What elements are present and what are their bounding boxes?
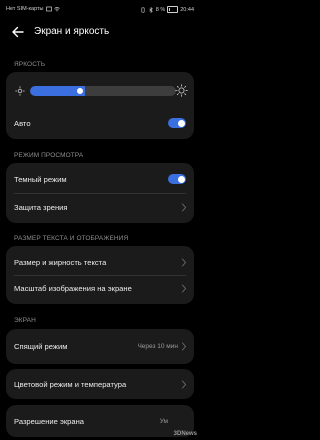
sleep-row[interactable]: Спящий режим Через 10 мин xyxy=(6,333,194,360)
section-view-mode-label: РЕЖИМ ПРОСМОТРА xyxy=(14,152,84,159)
clock-time: 20:44 xyxy=(180,6,194,13)
dark-mode-label: Темный режим xyxy=(14,175,67,184)
battery-icon xyxy=(167,6,179,13)
color-mode-row[interactable]: Цветовой режим и температура xyxy=(6,371,194,397)
status-bar-left: Нет SIM-карты xyxy=(6,6,60,12)
color-mode-card: Цветовой режим и температура xyxy=(6,369,194,399)
vibrate-icon xyxy=(141,7,145,13)
dark-mode-toggle[interactable] xyxy=(168,174,186,184)
resolution-label: Разрешение экрана xyxy=(14,417,85,426)
dark-mode-row[interactable]: Темный режим xyxy=(6,166,194,192)
section-screen-label: ЭКРАН xyxy=(14,317,36,324)
auto-brightness-label: Авто xyxy=(14,119,31,128)
chevron-right-icon xyxy=(182,342,187,351)
sun-high-icon xyxy=(175,84,188,97)
auto-brightness-toggle[interactable] xyxy=(168,118,186,128)
sleep-label: Спящий режим xyxy=(14,342,68,351)
brightness-card: Авто xyxy=(6,72,194,139)
status-bar-right: 8 % 20:44 xyxy=(140,6,194,13)
sleep-card: Спящий режим Через 10 мин xyxy=(6,329,194,364)
display-scale-label: Масштаб изображения на экране xyxy=(14,284,132,293)
brightness-slider-thumb[interactable] xyxy=(77,88,83,94)
chevron-right-icon xyxy=(182,203,187,212)
signal-icon xyxy=(45,6,52,12)
page-title: Экран и яркость xyxy=(34,26,110,37)
battery-percent: 8 % xyxy=(155,6,166,13)
page-header: Экран и яркость xyxy=(0,22,200,44)
sleep-value: Через 10 мин xyxy=(137,343,178,350)
back-arrow-icon[interactable] xyxy=(10,24,26,40)
bluetooth-icon xyxy=(149,6,153,13)
carrier-text: Нет SIM-карты xyxy=(6,6,44,12)
wifi-icon xyxy=(53,7,60,12)
display-scale-row[interactable]: Масштаб изображения на экране xyxy=(6,276,194,302)
resolution-row[interactable]: Разрешение экрана Ум xyxy=(6,408,194,434)
sun-low-icon xyxy=(15,86,25,96)
eye-comfort-label: Защита зрения xyxy=(14,203,68,212)
watermark-logo: 3DNews xyxy=(173,431,197,437)
brightness-slider[interactable] xyxy=(30,86,176,96)
toggle-knob xyxy=(177,119,185,127)
toggle-knob xyxy=(177,175,185,183)
resolution-card: Разрешение экрана Ум xyxy=(6,405,194,437)
chevron-right-icon xyxy=(182,284,187,293)
resolution-value: Ум xyxy=(159,418,168,425)
chevron-right-icon xyxy=(182,258,187,267)
text-size-label: Размер и жирность текста xyxy=(14,258,107,267)
section-brightness-label: ЯРКОСТЬ xyxy=(14,61,46,68)
chevron-right-icon xyxy=(182,380,187,389)
text-size-row[interactable]: Размер и жирность текста xyxy=(6,249,194,275)
text-display-card: Размер и жирность текста Масштаб изображ… xyxy=(6,246,194,304)
section-text-display-label: РАЗМЕР ТЕКСТА И ОТОБРАЖЕНИЯ xyxy=(14,235,129,242)
color-mode-label: Цветовой режим и температура xyxy=(14,380,127,389)
eye-comfort-row[interactable]: Защита зрения xyxy=(6,194,194,220)
auto-brightness-row[interactable]: Авто xyxy=(6,112,194,134)
status-bar: Нет SIM-карты 8 % 20:44 xyxy=(0,0,200,20)
view-mode-card: Темный режим Защита зрения xyxy=(6,163,194,223)
